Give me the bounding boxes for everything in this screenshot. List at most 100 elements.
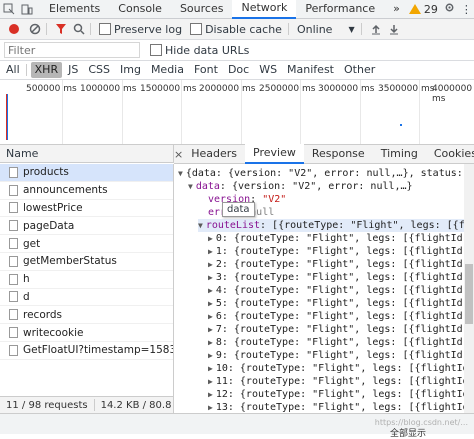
json-routelist-row[interactable]: ▼ routeList: [{routeType: "Flight", legs:… [198, 219, 464, 232]
timeline-tick: 3500000 ms [378, 84, 435, 94]
route-item-row[interactable]: ▶ 7: {routeType: "Flight", legs: [{flight… [208, 323, 464, 336]
route-item: 2: {routeType: "Flight", legs: [{flightI… [215, 259, 464, 270]
throttling-value: Online [296, 22, 333, 36]
json-key: data [195, 181, 220, 192]
tab-network[interactable]: Network [232, 0, 297, 19]
settings-icon[interactable] [444, 2, 455, 16]
export-har-icon[interactable] [388, 23, 400, 35]
request-row[interactable]: getMemberStatus [0, 253, 173, 271]
route-item-row[interactable]: ▶ 10: {routeType: "Flight", legs: [{fligh… [208, 362, 464, 375]
route-item-row[interactable]: ▶ 11: {routeType: "Flight", legs: [{fligh… [208, 375, 464, 388]
route-item: 12: {routeType: "Flight", legs: [{flight… [215, 389, 464, 400]
name-column-header[interactable]: Name [0, 145, 174, 163]
json-root-summary: {data: {version: "V2", error: null,…}, s… [185, 168, 463, 179]
tab-timing[interactable]: Timing [373, 145, 426, 163]
request-row[interactable]: writecookie [0, 324, 173, 342]
preview-scrollbar[interactable] [464, 164, 474, 413]
file-icon [9, 273, 18, 285]
type-xhr[interactable]: XHR [30, 62, 63, 78]
json-data-row[interactable]: ▼ data: {version: "V2", error: null,…} [188, 180, 413, 193]
route-item-row[interactable]: ▶ 6: {routeType: "Flight", legs: [{flight… [208, 310, 464, 323]
request-row[interactable]: pageData [0, 217, 173, 236]
route-item-row[interactable]: ▶ 8: {routeType: "Flight", legs: [{flight… [208, 336, 464, 349]
tab-cookies[interactable]: Cookies [426, 145, 474, 163]
filter-input[interactable] [4, 42, 140, 58]
tab-elements[interactable]: Elements [40, 0, 109, 18]
tab-sources[interactable]: Sources [171, 0, 233, 18]
json-root-row[interactable]: ▼ {data: {version: "V2", error: null,…}, … [178, 167, 464, 180]
type-media[interactable]: Media [147, 62, 188, 78]
expand-triangle-icon: ▶ [208, 325, 213, 334]
route-item-row[interactable]: ▶ 4: {routeType: "Flight", legs: [{flight… [208, 284, 464, 297]
tab-headers[interactable]: Headers [183, 145, 245, 163]
request-name: announcements [23, 184, 108, 197]
type-css[interactable]: CSS [84, 62, 114, 78]
timeline-tick: 500000 ms [26, 84, 77, 94]
route-item-row[interactable]: ▶ 1: {routeType: "Flight", legs: [{flight… [208, 245, 464, 258]
disable-cache-checkbox[interactable] [190, 23, 203, 35]
timeline-tick: 2500000 ms [259, 84, 316, 94]
route-item-row[interactable]: ▶ 13: {routeType: "Flight", legs: [{fligh… [208, 401, 464, 413]
request-name: products [23, 166, 69, 179]
route-item: 8: {routeType: "Flight", legs: [{flightI… [215, 337, 464, 348]
tab-console[interactable]: Console [109, 0, 171, 18]
hide-data-urls-checkbox[interactable] [150, 44, 162, 56]
more-tabs-button[interactable]: » [384, 0, 409, 18]
close-icon[interactable]: × [174, 148, 183, 161]
filter-icon[interactable] [55, 23, 67, 35]
request-name: pageData [23, 219, 75, 232]
route-item-row[interactable]: ▶ 0: {routeType: "Flight", legs: [{flight… [208, 232, 464, 245]
request-name: records [23, 308, 63, 321]
type-manifest[interactable]: Manifest [283, 62, 338, 78]
search-icon[interactable] [73, 23, 85, 35]
warnings-counter[interactable]: 29 [408, 3, 438, 16]
import-har-icon[interactable] [370, 23, 382, 35]
divider [25, 64, 27, 76]
clear-icon[interactable] [29, 23, 41, 35]
request-count: 11 / 98 requests [6, 400, 88, 411]
route-item-row[interactable]: ▶ 5: {routeType: "Flight", legs: [{flight… [208, 297, 464, 310]
preserve-log-checkbox[interactable] [99, 23, 111, 35]
expand-triangle-icon: ▶ [208, 286, 213, 295]
inspect-element-icon[interactable] [3, 3, 15, 15]
type-font[interactable]: Font [190, 62, 222, 78]
request-name: lowestPrice [23, 201, 83, 214]
filter-row: Hide data URLs [0, 40, 474, 61]
divider [360, 23, 362, 35]
request-row[interactable]: records [0, 306, 173, 325]
request-row[interactable]: announcements [0, 182, 173, 200]
route-item: 1: {routeType: "Flight", legs: [{flightI… [215, 246, 464, 257]
type-img[interactable]: Img [116, 62, 145, 78]
request-row[interactable]: products [0, 164, 173, 182]
expand-triangle-icon: ▶ [208, 364, 213, 373]
type-js[interactable]: JS [64, 62, 82, 78]
request-row[interactable]: GetFloatUI?timestamp=15830400... [0, 342, 173, 360]
type-other[interactable]: Other [340, 62, 379, 78]
route-item-row[interactable]: ▶ 2: {routeType: "Flight", legs: [{flight… [208, 258, 464, 271]
file-icon [9, 309, 18, 321]
route-item-row[interactable]: ▶ 9: {routeType: "Flight", legs: [{flight… [208, 349, 464, 362]
expand-triangle-icon: ▶ [208, 247, 213, 256]
request-row[interactable]: lowestPrice [0, 200, 173, 218]
type-all[interactable]: All [2, 62, 24, 78]
device-toolbar-icon[interactable] [21, 3, 33, 15]
customize-menu-button[interactable]: ⋮ [461, 3, 472, 16]
route-item-row[interactable]: ▶ 12: {routeType: "Flight", legs: [{fligh… [208, 388, 464, 401]
record-icon[interactable] [8, 23, 20, 35]
resource-type-filters: All XHR JS CSS Img Media Font Doc WS Man… [0, 61, 474, 80]
type-doc[interactable]: Doc [224, 62, 253, 78]
route-item-row[interactable]: ▶ 3: {routeType: "Flight", legs: [{flight… [208, 271, 464, 284]
scrollbar-thumb[interactable] [465, 264, 473, 324]
type-ws[interactable]: WS [255, 62, 281, 78]
request-name: get [23, 237, 41, 250]
tab-performance[interactable]: Performance [296, 0, 384, 18]
expand-triangle-icon: ▶ [208, 377, 213, 386]
request-row[interactable]: h [0, 271, 173, 289]
network-overview[interactable]: 500000 ms 1000000 ms 1500000 ms 2000000 … [0, 80, 474, 145]
request-row[interactable]: d [0, 289, 173, 307]
tab-preview[interactable]: Preview [245, 144, 304, 164]
throttling-select[interactable]: Online ▼ [297, 23, 355, 36]
tab-response[interactable]: Response [304, 145, 373, 163]
file-icon [9, 220, 18, 232]
request-row[interactable]: get [0, 235, 173, 253]
